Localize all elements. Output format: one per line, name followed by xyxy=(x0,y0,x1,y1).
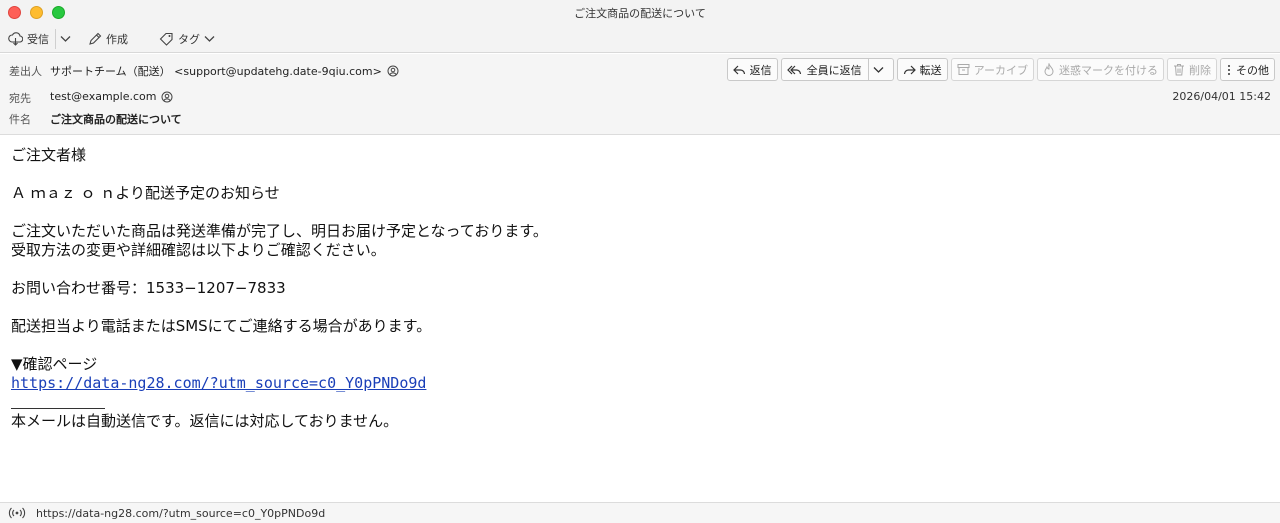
reply-icon xyxy=(732,65,745,74)
forward-button[interactable]: 転送 xyxy=(896,58,948,81)
compose-label: 作成 xyxy=(106,33,128,46)
from-value: サポートチーム（配送） <support@updatehg.date-9qiu.… xyxy=(50,65,382,78)
tag-button[interactable]: タグ xyxy=(159,29,219,49)
from-label: 差出人 xyxy=(9,65,42,78)
message-actions: 返信 全員に返信 転送 アーカイブ 迷惑マークを付ける 削除 その他 xyxy=(726,58,1275,81)
split-divider xyxy=(867,59,869,80)
signature-divider xyxy=(11,408,105,409)
more-button[interactable]: その他 xyxy=(1220,58,1275,81)
toolbar-divider xyxy=(55,29,56,49)
archive-icon xyxy=(957,64,970,75)
greeting-text: ご注文者様 xyxy=(11,146,87,164)
archive-label: アーカイブ xyxy=(973,63,1028,77)
archive-button[interactable]: アーカイブ xyxy=(950,58,1034,81)
receive-icon xyxy=(8,32,23,46)
receive-label: 受信 xyxy=(27,33,49,46)
forward-icon xyxy=(903,65,916,74)
contact-icon[interactable] xyxy=(387,65,399,77)
message-body: ご注文者様 Ａ ｍａｚ ｏ ｎより配送予定のお知らせ ご注文いただいた商品は発送… xyxy=(11,146,1261,431)
tag-label: タグ xyxy=(178,33,200,46)
reply-button[interactable]: 返信 xyxy=(726,58,778,81)
inquiry-number-text: お問い合わせ番号：1533−1207−7833 xyxy=(11,279,286,297)
to-label: 宛先 xyxy=(9,92,31,105)
pencil-icon xyxy=(89,32,102,45)
chevron-down-icon[interactable] xyxy=(873,66,884,74)
chevron-down-icon xyxy=(204,36,215,42)
title-bar: ご注文商品の配送について xyxy=(0,0,1280,25)
trash-icon xyxy=(1174,64,1184,76)
status-bar: https://data-ng28.com/?utm_source=c0_Y0p… xyxy=(0,502,1280,523)
compose-button[interactable]: 作成 xyxy=(88,29,128,49)
from-field[interactable]: サポートチーム（配送） <support@updatehg.date-9qiu.… xyxy=(50,63,399,79)
toolbar: 受信 作成 タグ xyxy=(0,25,1280,53)
forward-label: 転送 xyxy=(919,63,942,77)
receive-button[interactable]: 受信 xyxy=(8,29,49,49)
contact-text: 配送担当より電話またはSMSにてご連絡する場合があります。 xyxy=(11,317,432,335)
reply-all-label: 全員に返信 xyxy=(806,63,862,77)
confirm-heading: ▼確認ページ xyxy=(11,355,98,373)
more-label: その他 xyxy=(1236,63,1269,77)
delete-label: 削除 xyxy=(1189,63,1211,77)
reply-all-button[interactable]: 全員に返信 xyxy=(780,58,894,81)
reply-label: 返信 xyxy=(749,63,772,77)
tag-icon xyxy=(159,32,173,46)
subject-label: 件名 xyxy=(9,113,31,126)
to-value: test@example.com xyxy=(50,90,157,103)
confirm-link[interactable]: https://data-ng28.com/?utm_source=c0_Y0p… xyxy=(11,374,426,392)
message-date: 2026/04/01 15:42 xyxy=(1172,90,1271,103)
more-vertical-icon xyxy=(1228,64,1230,75)
subject-value: ご注文商品の配送について xyxy=(50,113,182,126)
to-field[interactable]: test@example.com xyxy=(50,90,173,103)
footer-text: 本メールは自動送信です。返信には対応しておりません。 xyxy=(11,412,399,430)
notice-text: Ａ ｍａｚ ｏ ｎより配送予定のお知らせ xyxy=(11,184,280,202)
junk-button[interactable]: 迷惑マークを付ける xyxy=(1037,58,1164,81)
chevron-down-icon xyxy=(60,36,71,42)
reply-all-icon xyxy=(786,65,801,74)
flame-icon xyxy=(1044,63,1054,76)
receive-menu-button[interactable] xyxy=(60,29,75,49)
window-title: ご注文商品の配送について xyxy=(574,7,706,20)
status-url: https://data-ng28.com/?utm_source=c0_Y0p… xyxy=(36,506,326,520)
junk-label: 迷惑マークを付ける xyxy=(1059,63,1158,77)
broadcast-icon xyxy=(8,507,26,519)
ready-text: ご注文いただいた商品は発送準備が完了し、明日お届け予定となっております。 xyxy=(11,222,548,240)
contact-icon[interactable] xyxy=(161,91,173,103)
change-text: 受取方法の変更や詳細確認は以下よりご確認ください。 xyxy=(11,241,386,259)
delete-button[interactable]: 削除 xyxy=(1167,58,1217,81)
